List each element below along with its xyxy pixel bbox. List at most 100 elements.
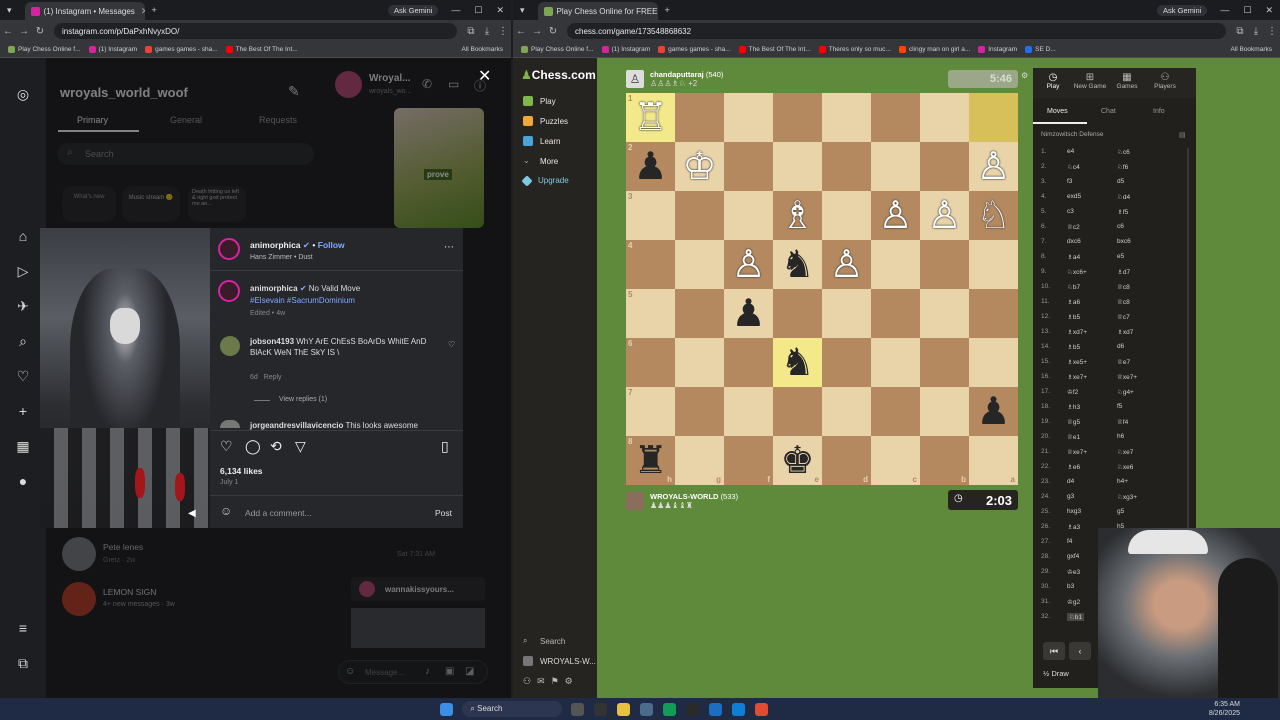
instagram-logo-icon[interactable]: ◎ xyxy=(15,86,31,102)
comment-like-icon[interactable]: ♡ xyxy=(448,340,455,349)
sidebar-user[interactable]: WROYALS-W... xyxy=(523,656,596,666)
search-icon[interactable]: ⌕ xyxy=(15,333,31,349)
board-square[interactable] xyxy=(675,191,724,240)
board-square[interactable]: 8 h ♜ xyxy=(626,436,675,485)
comment-icon[interactable]: ◯ xyxy=(245,438,261,455)
sidebar-bottom-icons[interactable]: ⚇✉⚑⚙ xyxy=(523,676,579,687)
white-move[interactable]: dxc6 xyxy=(1067,238,1081,245)
likes-count[interactable]: 6,134 likes xyxy=(220,466,263,476)
board-square[interactable]: 2 ♟ xyxy=(626,142,675,191)
download-icon[interactable]: ⤓ xyxy=(1248,26,1264,37)
board-square[interactable] xyxy=(675,289,724,338)
bookmark-item[interactable]: (1) Instagram xyxy=(601,46,650,53)
black-move[interactable]: ♕xe7+ xyxy=(1117,373,1137,381)
back-icon[interactable]: ← xyxy=(0,26,16,37)
reels-icon[interactable]: ▷ xyxy=(15,263,31,279)
white-move[interactable]: g3 xyxy=(1067,493,1074,500)
board-square[interactable]: e ♚ xyxy=(773,436,822,485)
profile-icon[interactable]: ● xyxy=(15,473,31,489)
board-square[interactable] xyxy=(822,191,871,240)
black-move[interactable]: ♘d4 xyxy=(1117,193,1130,201)
white-move[interactable]: ♗a6 xyxy=(1067,298,1080,306)
save-icon[interactable]: ▯ xyxy=(441,438,449,455)
black-king-piece[interactable]: ♚ xyxy=(780,442,814,480)
board-square[interactable] xyxy=(920,240,969,289)
dashboard-icon[interactable]: ▦ xyxy=(15,438,31,454)
home-icon[interactable]: ⌂ xyxy=(15,228,31,244)
bookmark-item[interactable]: games games - sha... xyxy=(145,46,218,53)
board-square[interactable] xyxy=(969,240,1018,289)
create-icon[interactable]: + xyxy=(15,403,31,419)
white-move[interactable]: exd5 xyxy=(1067,193,1081,200)
board-square[interactable] xyxy=(871,387,920,436)
board-square[interactable] xyxy=(675,338,724,387)
opponent-avatar[interactable]: ♙ xyxy=(626,70,644,88)
board-square[interactable] xyxy=(920,338,969,387)
white-king-piece[interactable]: ♔ xyxy=(682,148,716,186)
white-pawn-piece[interactable]: ♙ xyxy=(927,197,961,235)
caption-hashtags[interactable]: #Elsevain #SacrumDominium xyxy=(250,296,355,305)
white-move[interactable]: ♘b7 xyxy=(1067,283,1080,291)
board-square[interactable] xyxy=(871,93,920,142)
board-square[interactable]: 6 xyxy=(626,338,675,387)
close-window-button[interactable]: ✕ xyxy=(1258,5,1280,16)
white-move[interactable]: f4 xyxy=(1067,538,1072,545)
white-move[interactable]: ♕c2 xyxy=(1067,223,1080,231)
white-rook-piece[interactable]: ♖ xyxy=(633,99,667,137)
board-square[interactable]: ♔ xyxy=(675,142,724,191)
player-name[interactable]: WROYALS-WORLD (533) xyxy=(650,492,738,501)
black-move[interactable]: d6 xyxy=(1117,343,1124,350)
black-move[interactable]: ♗f5 xyxy=(1117,208,1128,216)
white-move[interactable]: ♘b1 xyxy=(1067,613,1085,621)
white-move[interactable]: gxf4 xyxy=(1067,553,1079,560)
like-icon[interactable]: ♡ xyxy=(220,438,233,455)
board-square[interactable] xyxy=(822,142,871,191)
white-move[interactable]: ♕g5 xyxy=(1067,418,1080,426)
board-square[interactable]: f xyxy=(724,436,773,485)
forward-icon[interactable]: → xyxy=(529,26,545,37)
avatar[interactable] xyxy=(218,238,240,260)
edge-icon[interactable] xyxy=(732,702,746,716)
app-icon[interactable] xyxy=(686,702,700,716)
black-knight-piece[interactable]: ♞ xyxy=(780,344,814,382)
menu-more[interactable]: ⌄ More xyxy=(523,156,558,166)
black-move[interactable]: ♕c8 xyxy=(1117,298,1130,306)
black-move[interactable]: f5 xyxy=(1117,403,1122,410)
file-explorer-icon[interactable] xyxy=(617,702,631,716)
board-square[interactable]: ♘ xyxy=(969,191,1018,240)
board-square[interactable] xyxy=(724,142,773,191)
reload-icon[interactable]: ↻ xyxy=(32,26,48,37)
board-square[interactable]: 4 xyxy=(626,240,675,289)
board-square[interactable] xyxy=(773,289,822,338)
bookmark-item[interactable]: clingy man on girl a... xyxy=(898,46,970,53)
board-square[interactable]: ♞ xyxy=(773,338,822,387)
board-square[interactable]: ♗ xyxy=(773,191,822,240)
white-move[interactable]: ♘xc6+ xyxy=(1067,268,1087,276)
white-pawn-piece[interactable]: ♙ xyxy=(731,246,765,284)
board-square[interactable]: ♟ xyxy=(969,387,1018,436)
menu-icon[interactable]: ⋮ xyxy=(1264,26,1280,37)
board-square[interactable] xyxy=(871,289,920,338)
post-audio[interactable]: Hans Zimmer • Dust xyxy=(250,254,313,261)
more-menu-icon[interactable]: ≡ xyxy=(15,620,31,636)
minimize-button[interactable]: — xyxy=(1213,5,1236,15)
first-move-button[interactable]: ⏮ xyxy=(1043,642,1065,660)
black-move[interactable]: ♘xg3+ xyxy=(1117,493,1137,501)
black-move[interactable]: ♘g4+ xyxy=(1117,388,1134,396)
tab-players[interactable]: ⚇ Players xyxy=(1151,72,1179,90)
close-window-button[interactable]: ✕ xyxy=(489,5,511,16)
new-tab-button[interactable]: + xyxy=(145,5,164,15)
black-pawn-piece[interactable]: ♟ xyxy=(633,148,667,186)
follow-button[interactable]: Follow xyxy=(318,240,345,250)
board-square[interactable]: c xyxy=(871,436,920,485)
new-tab-button[interactable]: + xyxy=(658,5,677,15)
post-comment-button[interactable]: Post xyxy=(435,508,452,518)
post-author[interactable]: animorphica ✔ • Follow xyxy=(250,240,345,251)
app-icon[interactable] xyxy=(594,702,608,716)
board-square[interactable]: d xyxy=(822,436,871,485)
board-square[interactable] xyxy=(969,289,1018,338)
board-square[interactable] xyxy=(822,387,871,436)
tab-chess[interactable]: Play Chess Online for FREE - 2... ✕ xyxy=(537,2,658,20)
menu-play[interactable]: Play xyxy=(523,96,556,106)
board-square[interactable]: 3 xyxy=(626,191,675,240)
